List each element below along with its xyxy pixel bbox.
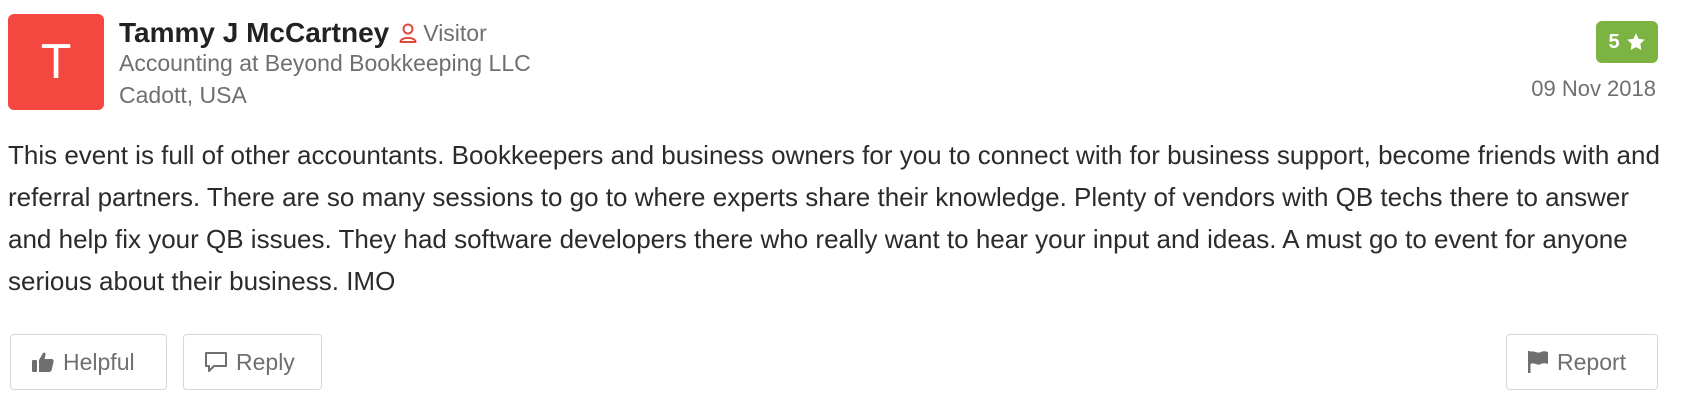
review-text: This event is full of other accountants.… <box>8 140 1660 296</box>
report-label: Report <box>1557 348 1627 375</box>
reviewer-company: Accounting at Beyond Bookkeeping LLC <box>119 50 531 76</box>
comment-icon <box>205 352 227 372</box>
review-card: T Tammy J McCartney Visitor Accounting a… <box>0 0 1688 404</box>
star-icon <box>1626 33 1645 50</box>
avatar: T <box>8 14 104 110</box>
reviewer-role-label: Visitor <box>423 19 487 46</box>
reply-button[interactable]: Reply <box>183 334 322 390</box>
thumbs-up-icon <box>32 352 54 372</box>
rating-value: 5 <box>1608 30 1620 53</box>
avatar-initial: T <box>41 35 71 89</box>
flag-icon <box>1528 351 1548 373</box>
report-button[interactable]: Report <box>1506 334 1658 390</box>
reviewer-role: Visitor <box>399 20 487 47</box>
reply-label: Reply <box>236 348 295 375</box>
helpful-label: Helpful <box>63 348 135 375</box>
review-date: 09 Nov 2018 <box>1531 76 1656 101</box>
reviewer-location: Cadott, USA <box>119 82 247 108</box>
person-icon <box>399 23 417 43</box>
rating-badge: 5 <box>1596 21 1658 63</box>
reviewer-header: Tammy J McCartney Visitor <box>119 14 487 52</box>
reviewer-name[interactable]: Tammy J McCartney <box>119 17 389 49</box>
helpful-button[interactable]: Helpful <box>10 334 167 390</box>
